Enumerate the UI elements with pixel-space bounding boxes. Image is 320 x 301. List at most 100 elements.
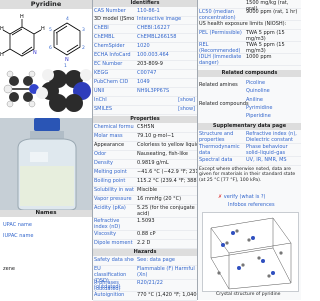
row-label[interactable]: Odor <box>94 151 134 157</box>
infobox-references-link[interactable]: Infobox references <box>228 202 275 208</box>
row-value: Colorless to yellow liquid <box>137 142 197 148</box>
atom-h3: H <box>0 26 4 32</box>
row-value: 2.2 D <box>137 240 151 246</box>
row-label[interactable]: Safety data sheet <box>94 257 134 263</box>
related-header: Related compounds <box>198 70 301 77</box>
row-label[interactable]: PubChem CID <box>94 79 134 85</box>
row-value[interactable]: ChEMBL266158 <box>137 34 197 40</box>
infobox-right: 1500 mg/kg (rat, oral) LC50 (median conc… <box>197 0 301 300</box>
row-label[interactable]: ChEBI <box>94 25 134 31</box>
crystal-caption: Crystal structure of pyridine <box>216 292 281 297</box>
table-row: Refractive index (nD) 1.5093 <box>93 218 197 231</box>
row-label[interactable]: Acidity (pKa) <box>94 205 134 211</box>
table-row: US health exposure limits (NIOSH): <box>198 21 301 30</box>
row-value: Miscible <box>137 187 158 193</box>
pos-5: 5 <box>49 27 52 33</box>
row-value[interactable]: C00747 <box>137 70 197 76</box>
related-link-picoline[interactable]: Picoline <box>246 80 265 86</box>
row-label[interactable]: EC Number <box>94 61 134 67</box>
table-row: Dipole moment 2.2 D <box>93 240 197 249</box>
row-label[interactable]: SMILES <box>94 106 134 112</box>
row-label[interactable]: Autoignition <box>94 292 134 298</box>
table-row: Appearance Colorless to yellow liquid <box>93 142 197 151</box>
related-link-quinoline[interactable]: Quinoline <box>246 88 270 94</box>
verify-link[interactable]: verify (what is ?) <box>224 194 266 200</box>
row-label[interactable]: CAS Number <box>94 8 134 14</box>
row-label[interactable]: REL (Recommended) <box>199 42 243 54</box>
hazards-header: Hazards <box>93 249 197 256</box>
row-label[interactable]: Refractive index (nD) <box>94 218 134 230</box>
row-label[interactable]: Melting point <box>94 169 134 175</box>
related-link-piperidine[interactable]: Piperidine <box>246 113 271 119</box>
names-line-1[interactable]: UPAC name <box>3 222 32 228</box>
row-value: 79.10 g·mol−1 <box>137 133 175 139</box>
row-label[interactable]: Chemical formula <box>94 124 134 130</box>
row-label[interactable]: Spectral data <box>199 157 243 163</box>
table-row: Safety data sheet See: data page <box>93 257 197 266</box>
row-value: 203-809-9 <box>137 61 163 67</box>
row-label[interactable]: Thermodynamic data <box>199 144 243 156</box>
related-link-pyrimidine[interactable]: Pyrimidine <box>246 105 273 111</box>
row-label[interactable]: IDLH (Immediate danger) <box>199 54 243 66</box>
row-label[interactable]: Dipole moment <box>94 240 134 246</box>
row-label[interactable]: LC50 (median concentration) <box>199 9 243 21</box>
row-value[interactable]: 110-86-1 <box>137 8 197 14</box>
row-label[interactable]: PEL (Permissible) <box>199 30 243 36</box>
atom-h1: H <box>20 14 24 20</box>
row-value: 9000 ppm (rat, 1 hr) <box>246 9 298 15</box>
table-row: Viscosity 0.88 cP <box>93 231 197 240</box>
row-label[interactable]: Viscosity <box>94 231 134 237</box>
verify-icon: ✗ <box>218 194 223 200</box>
identifiers-header: Identifiers <box>93 0 197 7</box>
related-link-aniline[interactable]: Aniline <box>246 97 263 103</box>
row-label: US health exposure limits (NIOSH): <box>199 21 287 27</box>
row-value[interactable]: 1020 <box>137 43 197 49</box>
row-value[interactable]: 1049 <box>137 79 197 85</box>
row-label[interactable]: Density <box>94 160 134 166</box>
row-value[interactable]: UV, IR, NMR, MS <box>246 157 301 163</box>
table-row: REL (Recommended) TWA 5 ppm (15 mg/m3) <box>198 42 301 54</box>
row-label[interactable]: ECHA InfoCard <box>94 52 134 58</box>
table-row: ChEBI CHEBI:16227 <box>93 25 197 34</box>
row-value[interactable]: 100.003.464 <box>137 52 197 58</box>
related-amines-label: Related amines <box>199 82 238 88</box>
row-value[interactable]: Phase behaviour solid–liquid–gas <box>246 144 301 156</box>
row-value[interactable]: Refractive index (n), Dielectric constan… <box>246 131 301 143</box>
show-toggle[interactable]: [show] <box>137 97 195 103</box>
row-label[interactable]: Boiling point <box>94 178 134 184</box>
table-row: KEGG C00747 <box>93 70 197 79</box>
structure-diagram: H H H H N N 2 3 4 5 6 1 <box>0 9 92 125</box>
names-line-2[interactable]: IUPAC name <box>3 233 33 239</box>
standard-state-note: Except where otherwise noted, data are g… <box>199 167 296 183</box>
row-value[interactable]: R20/21/22 <box>137 280 197 286</box>
row-label[interactable]: R-phrases (outdated) <box>94 280 134 292</box>
row-value[interactable]: CHEBI:16227 <box>137 25 197 31</box>
row-value: TWA 5 ppm (15 mg/m3) <box>246 30 285 42</box>
row-label[interactable]: Solubility in water <box>94 187 134 193</box>
pos-2: 2 <box>82 45 85 51</box>
row-label[interactable]: Structure and properties <box>199 131 243 143</box>
row-value: 770 °C (1,420 °F; 1,040 K) <box>137 292 197 298</box>
row-value[interactable]: NH9L3PP67S <box>137 88 197 94</box>
row-label[interactable]: Molar mass <box>94 133 134 139</box>
row-label[interactable]: ChemSpider <box>94 43 134 49</box>
row-value[interactable]: Interactive image <box>137 16 197 22</box>
row-label[interactable]: Vapor pressure <box>94 196 134 202</box>
show-toggle[interactable]: [show] <box>137 106 195 112</box>
properties-header: Properties <box>93 116 197 123</box>
row-label[interactable]: InChI <box>94 97 134 103</box>
row-value: TWA 5 ppm (15 mg/m3) <box>246 42 285 54</box>
row-value[interactable]: See: data page <box>137 257 197 263</box>
row-value[interactable]: Flammable (F) Harmful (Xn) <box>137 266 197 278</box>
table-row: InChI [show] <box>93 97 197 106</box>
table-row: PubChem CID 1049 <box>93 79 197 88</box>
sample-photo <box>0 118 92 211</box>
ball-and-stick-model <box>3 70 39 108</box>
table-row: Chemical formula C5H5N <box>93 124 197 133</box>
row-label[interactable]: UNII <box>94 88 134 94</box>
related-compounds-label: Related compounds <box>199 101 249 107</box>
table-row: Thermodynamic data Phase behaviour solid–… <box>198 144 301 157</box>
row-label[interactable]: KEGG <box>94 70 134 76</box>
numbered-ring <box>53 22 81 56</box>
row-label[interactable]: ChEMBL <box>94 34 134 40</box>
